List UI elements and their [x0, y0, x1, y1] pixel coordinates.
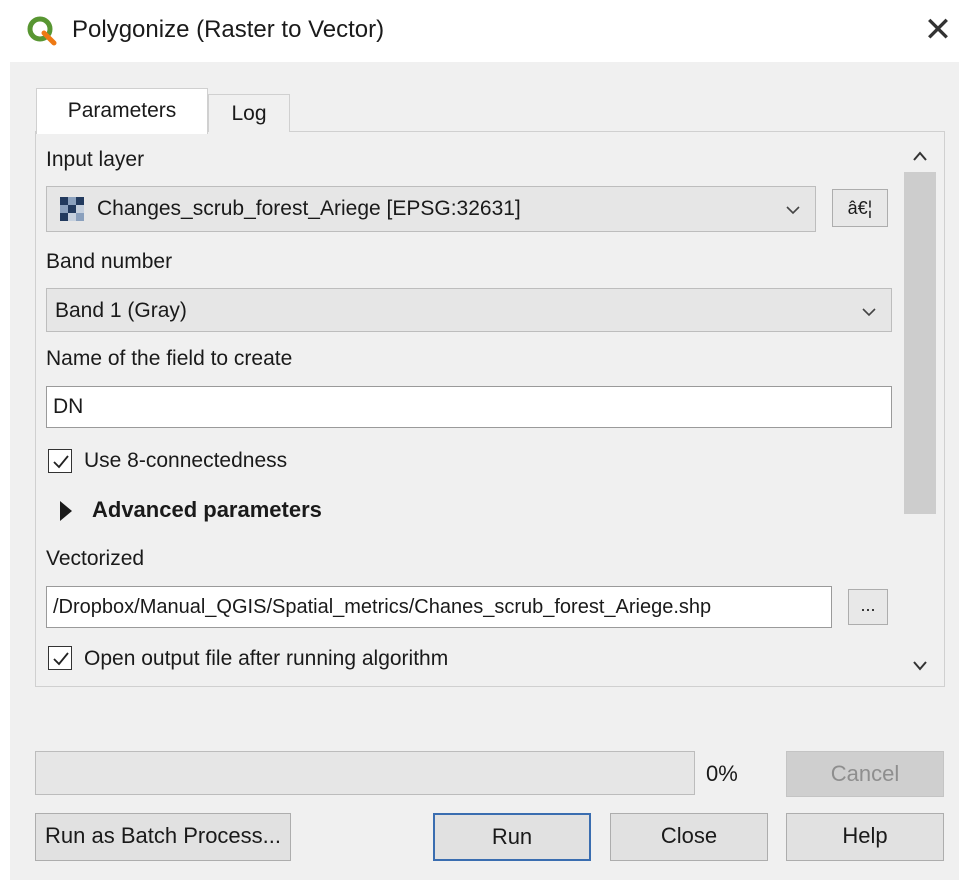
run-button[interactable]: Run	[433, 813, 591, 861]
chevron-down-icon	[786, 206, 800, 215]
band-number-value: Band 1 (Gray)	[55, 299, 187, 322]
close-window-icon[interactable]: ✕	[918, 10, 958, 50]
run-as-batch-button[interactable]: Run as Batch Process...	[35, 813, 291, 861]
tab-log[interactable]: Log	[208, 94, 290, 132]
checkmark-icon	[53, 455, 69, 469]
window-title: Polygonize (Raster to Vector)	[72, 16, 385, 43]
scroll-up-icon[interactable]	[902, 142, 938, 170]
expand-triangle-icon[interactable]	[58, 500, 74, 522]
field-name-input[interactable]: DN	[46, 386, 892, 428]
browse-output-button[interactable]: ...	[848, 589, 888, 625]
connectedness-checkbox[interactable]	[48, 449, 72, 473]
chevron-down-icon	[862, 308, 876, 317]
input-layer-select[interactable]: Changes_scrub_forest_Ariege [EPSG:32631]	[46, 186, 816, 232]
help-button[interactable]: Help	[786, 813, 944, 861]
checkmark-icon	[53, 652, 69, 666]
progress-bar	[35, 751, 695, 795]
progress-percent: 0%	[706, 761, 738, 786]
vectorized-label: Vectorized	[46, 547, 145, 570]
close-button[interactable]: Close	[610, 813, 768, 861]
tab-parameters[interactable]: Parameters	[36, 88, 208, 134]
qgis-logo-icon	[27, 16, 57, 46]
open-output-checkbox[interactable]	[48, 646, 72, 670]
field-name-label: Name of the field to create	[46, 347, 293, 370]
cancel-button[interactable]: Cancel	[786, 751, 944, 797]
scroll-down-icon[interactable]	[902, 652, 938, 680]
open-output-label[interactable]: Open output file after running algorithm	[84, 645, 448, 673]
vectorized-path-input[interactable]: /Dropbox/Manual_QGIS/Spatial_metrics/Cha…	[46, 586, 832, 628]
raster-layer-icon	[60, 197, 86, 221]
input-layer-value: Changes_scrub_forest_Ariege [EPSG:32631]	[97, 197, 521, 220]
scrollbar-thumb[interactable]	[904, 172, 936, 514]
input-layer-options-button[interactable]: â€¦	[832, 189, 888, 227]
band-number-select[interactable]: Band 1 (Gray)	[46, 288, 892, 332]
connectedness-label[interactable]: Use 8-connectedness	[84, 447, 287, 475]
advanced-parameters-toggle[interactable]: Advanced parameters	[92, 496, 322, 524]
input-layer-label: Input layer	[46, 148, 145, 171]
band-number-label: Band number	[46, 250, 173, 273]
